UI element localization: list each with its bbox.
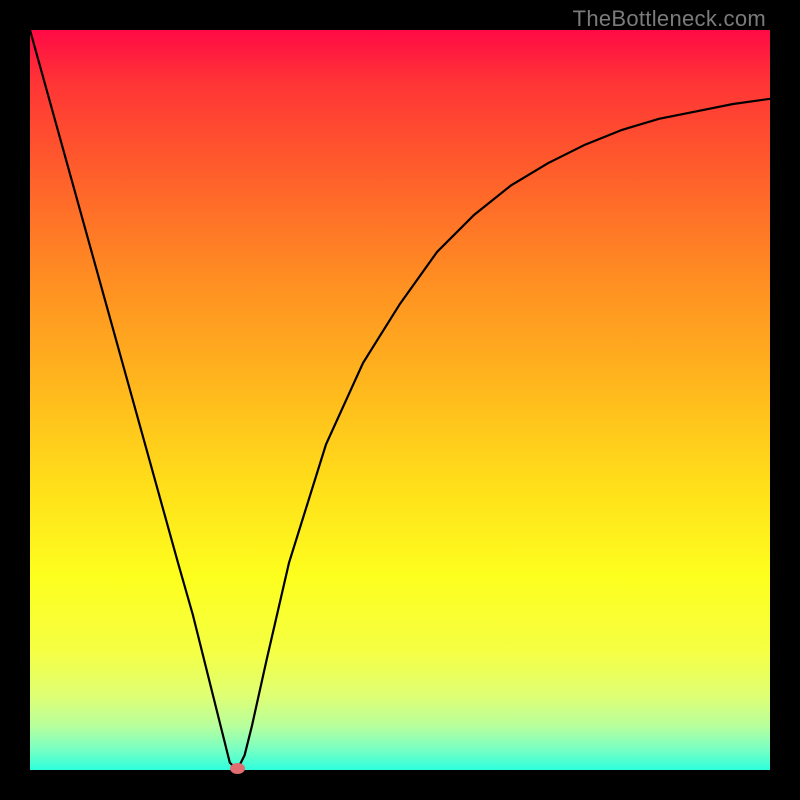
bottleneck-curve (30, 30, 770, 770)
curve-svg (30, 30, 770, 770)
chart-frame: TheBottleneck.com (0, 0, 800, 800)
watermark-text: TheBottleneck.com (573, 6, 766, 32)
minimum-marker (230, 763, 245, 774)
plot-area (30, 30, 770, 770)
